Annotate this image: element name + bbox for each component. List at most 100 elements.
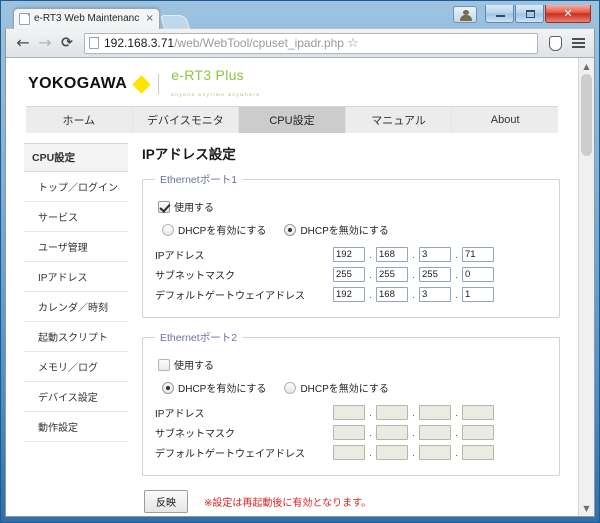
address-bar[interactable]: 192.168.3.71/web/WebTool/cpuset_ipadr.ph… <box>84 32 538 54</box>
scrollbar-thumb[interactable] <box>581 74 592 156</box>
port2-dhcp-enable-label: DHCPを有効にする <box>178 384 267 395</box>
main-panel: IPアドレス設定 Ethernetポート1 使用する DHCPを有効にする DH… <box>128 143 560 516</box>
port1-gateway-octet-3[interactable]: 3 <box>419 287 451 302</box>
page-title: IPアドレス設定 <box>142 147 236 162</box>
port2-dhcp-enable-option[interactable]: DHCPを有効にする <box>158 380 266 395</box>
port2-dhcp-row: DHCPを有効にする DHCPを無効にする <box>158 380 547 395</box>
new-tab-button[interactable] <box>160 15 191 29</box>
nav-tab-cpu-settings[interactable]: CPU設定 <box>239 107 346 133</box>
port2-gateway-row: デフォルトゲートウェイアドレス . . . <box>155 445 547 460</box>
port2-dhcp-disable-option[interactable]: DHCPを無効にする <box>280 380 389 395</box>
port1-dhcp-row: DHCPを有効にする DHCPを無効にする <box>158 222 547 237</box>
scroll-up-arrow-icon[interactable]: ▲ <box>579 58 594 74</box>
port1-dhcp-disable-radio[interactable] <box>284 223 297 236</box>
port1-ip-octet-1[interactable]: 192 <box>333 247 365 262</box>
port2-subnet-octet-3[interactable] <box>419 425 451 440</box>
port1-subnet-mask-row: サブネットマスク 255 . 255 . 255 . 0 <box>155 267 547 282</box>
octet-separator: . <box>412 249 415 260</box>
reload-icon[interactable]: ⟳ <box>56 32 78 54</box>
octet-separator: . <box>455 289 458 300</box>
chrome-menu-icon[interactable] <box>568 33 588 53</box>
port1-dhcp-enable-option[interactable]: DHCPを有効にする <box>158 222 266 237</box>
port1-subnet-octet-3[interactable]: 255 <box>419 267 451 282</box>
address-bar-url: 192.168.3.71/web/WebTool/cpuset_ipadr.ph… <box>104 36 344 50</box>
port2-gateway-octet-4[interactable] <box>462 445 494 460</box>
extension-shield-icon[interactable] <box>545 33 565 53</box>
port2-gateway-octet-1[interactable] <box>333 445 365 460</box>
sidebar-item-device-settings[interactable]: デバイス設定 <box>24 382 128 412</box>
port1-use-checkbox[interactable] <box>158 200 170 213</box>
port2-ip-octet-1[interactable] <box>333 405 365 420</box>
close-window-button[interactable]: ✕ <box>545 5 591 23</box>
port2-use-checkbox[interactable] <box>158 358 170 371</box>
sidebar-item-service[interactable]: サービス <box>24 202 128 232</box>
port1-ip-address-octets: 192 . 168 . 3 . 71 <box>333 247 494 262</box>
port1-ip-octet-2[interactable]: 168 <box>376 247 408 262</box>
user-profile-icon[interactable] <box>453 5 477 23</box>
sidebar-item-startup-script[interactable]: 起動スクリプト <box>24 322 128 352</box>
port2-ip-octet-4[interactable] <box>462 405 494 420</box>
port1-dhcp-enable-radio[interactable] <box>162 223 174 236</box>
yokogawa-logo-text: YOKOGAWA <box>28 75 128 92</box>
nav-tab-device-monitor[interactable]: デバイスモニタ <box>133 107 240 133</box>
sidebar-item-user-management[interactable]: ユーザ管理 <box>24 232 128 262</box>
nav-tab-about[interactable]: About <box>452 107 558 133</box>
port1-subnet-mask-label: サブネットマスク <box>155 271 235 282</box>
port2-subnet-octet-4[interactable] <box>462 425 494 440</box>
port1-dhcp-disable-option[interactable]: DHCPを無効にする <box>280 222 389 237</box>
browser-body: ← → ⟳ 192.168.3.71/web/WebTool/cpuset_ip… <box>5 28 595 517</box>
port1-ip-octet-3[interactable]: 3 <box>419 247 451 262</box>
scrollbar-track[interactable] <box>579 74 594 500</box>
apply-button[interactable]: 反映 <box>144 490 188 513</box>
sidebar-header: CPU設定 <box>24 143 128 172</box>
octet-separator: . <box>455 407 458 418</box>
sidebar-item-top-login[interactable]: トップ／ログイン <box>24 172 128 202</box>
port2-ip-octet-2[interactable] <box>376 405 408 420</box>
port2-dhcp-disable-radio[interactable] <box>284 381 297 394</box>
octet-separator: . <box>369 447 372 458</box>
browser-tab[interactable]: e-RT3 Web Maintenanc × <box>13 8 161 29</box>
octet-separator: . <box>412 427 415 438</box>
port2-subnet-mask-octets: . . . <box>333 425 494 440</box>
sidebar-item-memory-log[interactable]: メモリ／ログ <box>24 352 128 382</box>
octet-separator: . <box>369 427 372 438</box>
port1-gateway-octet-2[interactable]: 168 <box>376 287 408 302</box>
port2-ip-address-octets: . . . <box>333 405 494 420</box>
port1-ip-octet-4[interactable]: 71 <box>462 247 494 262</box>
port1-gateway-octet-4[interactable]: 1 <box>462 287 494 302</box>
port2-subnet-octet-2[interactable] <box>376 425 408 440</box>
nav-tab-manual[interactable]: マニュアル <box>346 107 453 133</box>
port2-gateway-octet-2[interactable] <box>376 445 408 460</box>
port2-subnet-mask-label: サブネットマスク <box>155 429 235 440</box>
port2-subnet-mask-row: サブネットマスク . . . <box>155 425 547 440</box>
port2-subnet-octet-1[interactable] <box>333 425 365 440</box>
sidebar-item-ip-address[interactable]: IPアドレス <box>24 262 128 292</box>
forward-icon[interactable]: → <box>34 32 56 54</box>
page-scrollbar[interactable]: ▲ ▼ <box>578 58 594 516</box>
sidebar-item-operation-settings[interactable]: 動作設定 <box>24 412 128 442</box>
bookmark-star-icon[interactable]: ☆ <box>344 36 362 51</box>
maximize-button[interactable] <box>515 5 544 23</box>
port2-ip-octet-3[interactable] <box>419 405 451 420</box>
port2-ip-address-label: IPアドレス <box>155 409 205 420</box>
logo-divider <box>158 74 160 94</box>
port2-use-row: 使用する <box>158 357 547 372</box>
port1-subnet-octet-2[interactable]: 255 <box>376 267 408 282</box>
nav-tab-home[interactable]: ホーム <box>26 107 133 133</box>
port2-gateway-octet-3[interactable] <box>419 445 451 460</box>
port2-dhcp-enable-radio[interactable] <box>162 381 174 394</box>
ethernet-port-1-section: Ethernetポート1 使用する DHCPを有効にする DHCPを無効にする … <box>142 172 560 318</box>
sidebar-item-calendar-time[interactable]: カレンダ／時刻 <box>24 292 128 322</box>
octet-separator: . <box>369 249 372 260</box>
port1-use-label: 使用する <box>174 203 214 214</box>
main-nav-tabs: ホーム デバイスモニタ CPU設定 マニュアル About <box>26 106 558 133</box>
tab-close-icon[interactable]: × <box>144 13 155 25</box>
port1-subnet-octet-4[interactable]: 0 <box>462 267 494 282</box>
port1-gateway-octet-1[interactable]: 192 <box>333 287 365 302</box>
url-host: 192.168.3.71 <box>104 36 175 50</box>
port1-subnet-octet-1[interactable]: 255 <box>333 267 365 282</box>
window-controls: ✕ <box>453 5 591 23</box>
scroll-down-arrow-icon[interactable]: ▼ <box>579 500 594 516</box>
back-icon[interactable]: ← <box>12 32 34 54</box>
minimize-button[interactable] <box>485 5 514 23</box>
